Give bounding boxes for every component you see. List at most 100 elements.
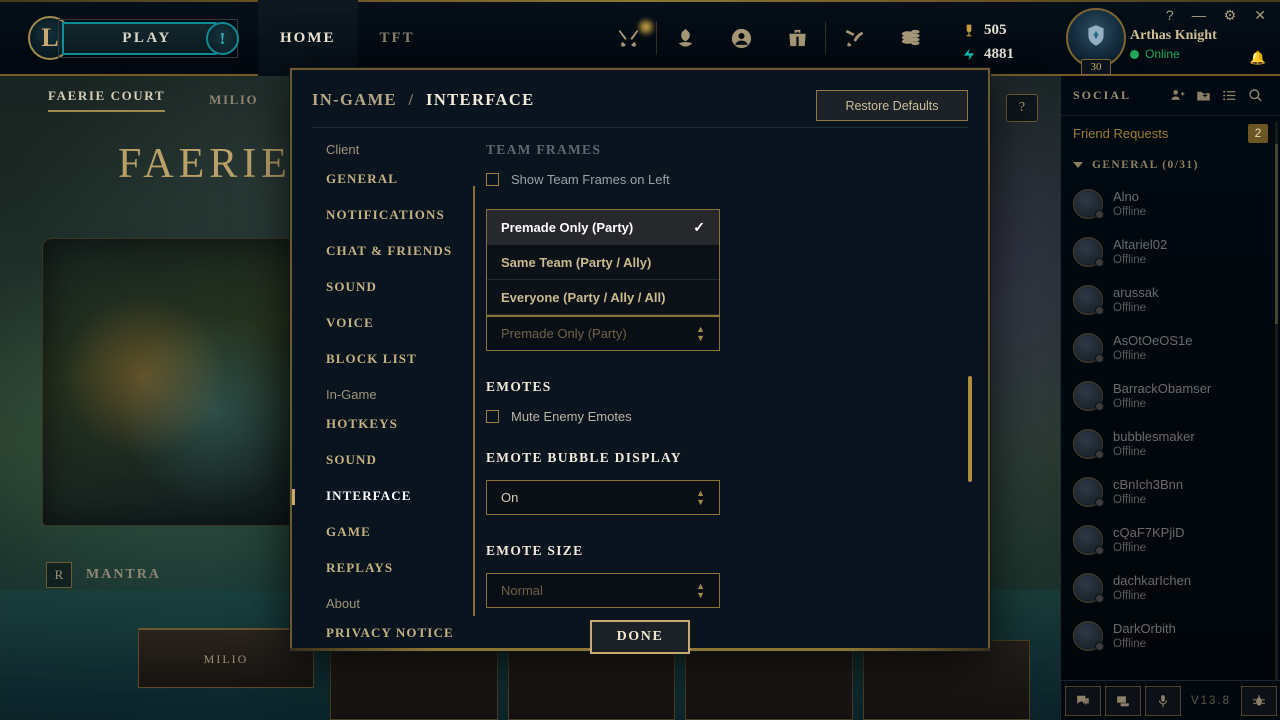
emote-bubble-select[interactable]: On ▲ ▼ <box>486 480 720 515</box>
create-group-icon[interactable] <box>1190 88 1216 103</box>
avatar <box>1073 429 1104 459</box>
ability-hint: R MANTRA <box>46 562 161 588</box>
ability-name: MANTRA <box>86 567 161 582</box>
status-dot-icon <box>1095 258 1104 267</box>
friend-list-item[interactable]: Alno Offline <box>1061 180 1280 228</box>
avatar <box>1073 381 1104 411</box>
window-controls: ? — ⚙ ✕ <box>1166 8 1266 22</box>
settings-nav-item-replays[interactable]: REPLAYS <box>326 560 472 576</box>
social-header: SOCIAL <box>1061 76 1280 116</box>
social-title: SOCIAL <box>1073 88 1132 102</box>
nav-tab-tft[interactable]: TFT <box>358 0 437 76</box>
done-button[interactable]: DONE <box>590 620 690 654</box>
mute-enemy-emotes-row[interactable]: Mute Enemy Emotes <box>486 409 952 424</box>
search-icon[interactable] <box>1242 88 1268 103</box>
settings-nav-item-sound[interactable]: SOUND <box>326 279 472 295</box>
nav-tab-home[interactable]: HOME <box>258 0 358 76</box>
dropdown-option[interactable]: Everyone (Party / Ally / All) <box>487 280 719 315</box>
friend-status: Offline <box>1113 637 1147 650</box>
mute-enemy-emotes-checkbox[interactable] <box>486 410 499 423</box>
alert-exclamation-icon[interactable]: ! <box>206 22 239 55</box>
summoner-name[interactable]: Arthas Knight <box>1130 28 1217 44</box>
settings-nav-item-privacy-notice[interactable]: PRIVACY NOTICE <box>326 625 472 641</box>
settings-nav-item-voice[interactable]: VOICE <box>326 315 472 331</box>
microphone-icon[interactable] <box>1145 685 1181 716</box>
friend-requests-label: Friend Requests <box>1073 125 1169 141</box>
friend-list-item[interactable]: BarrackObamser Offline <box>1061 372 1280 420</box>
settings-nav-item-interface[interactable]: INTERFACE <box>326 488 472 504</box>
friend-list-item[interactable]: cQaF7KPjiD Offline <box>1061 516 1280 564</box>
summoner-crest-icon <box>1088 24 1104 46</box>
champion-name-card[interactable]: MILIO <box>138 628 314 688</box>
friend-status: Offline <box>1113 493 1147 506</box>
dropdown-option-label: Same Team (Party / Ally) <box>501 254 652 270</box>
dropdown-option[interactable]: Premade Only (Party) ✓ <box>487 210 719 245</box>
chat-bubble-icon[interactable] <box>1065 685 1101 716</box>
show-team-frames-row[interactable]: Show Team Frames on Left <box>486 172 952 187</box>
status-dot-icon <box>1095 306 1104 315</box>
sub-tab-milio[interactable]: MILIO <box>209 92 258 108</box>
friend-group-header[interactable]: GENERAL (0/31) <box>1061 150 1280 180</box>
friend-list-item[interactable]: AsOtOeOS1e Offline <box>1061 324 1280 372</box>
team-frames-dropdown-open[interactable]: Premade Only (Party) ✓ Same Team (Party / … <box>486 209 720 316</box>
settings-content-scrollbar[interactable] <box>968 376 972 482</box>
friend-name: cBnIch3Bnn <box>1113 476 1184 492</box>
friend-list-item[interactable]: bubblesmaker Offline <box>1061 420 1280 468</box>
show-team-frames-checkbox[interactable] <box>486 173 499 186</box>
friend-list-item[interactable]: arussak Offline <box>1061 276 1280 324</box>
emote-size-select[interactable]: Normal ▲ ▼ <box>486 573 720 608</box>
sub-tab-faerie-court[interactable]: FAERIE COURT <box>48 88 166 112</box>
help-question-icon[interactable]: ? <box>1166 8 1174 22</box>
restore-defaults-button[interactable]: Restore Defaults <box>816 90 968 121</box>
store-coins-icon[interactable] <box>882 0 938 76</box>
party-window-icon[interactable] <box>1105 685 1141 716</box>
settings-sidebar: Client GENERAL NOTIFICATIONS CHAT & FRIENDS… <box>292 128 472 649</box>
settings-nav-item-notifications[interactable]: NOTIFICATIONS <box>326 207 472 223</box>
dropdown-option[interactable]: Same Team (Party / Ally) <box>487 245 719 280</box>
team-frames-select[interactable]: Premade Only (Party) ▲ ▼ <box>486 316 720 351</box>
bug-report-icon[interactable] <box>1241 685 1277 716</box>
friend-name: DarkOrbith <box>1113 620 1176 636</box>
blue-essence-value: 4881 <box>984 45 1014 62</box>
friend-name: BarrackObamser <box>1113 380 1212 396</box>
friend-requests-row[interactable]: Friend Requests 2 <box>1061 116 1280 150</box>
riot-points-row[interactable]: 505 <box>962 20 1014 40</box>
notification-bell-icon[interactable]: 🔔 <box>1250 50 1266 66</box>
add-friend-icon[interactable] <box>1164 88 1190 103</box>
champions-swords-icon[interactable] <box>600 0 656 76</box>
profile-person-icon[interactable] <box>713 0 769 76</box>
loot-bag-icon[interactable] <box>769 0 825 76</box>
settings-nav-item-chat-friends[interactable]: CHAT & FRIENDS <box>326 243 472 259</box>
settings-nav-item-general[interactable]: GENERAL <box>326 171 472 187</box>
bottom-card[interactable] <box>862 640 1030 720</box>
bottom-card[interactable] <box>330 640 498 720</box>
minimize-icon[interactable]: — <box>1192 8 1206 22</box>
list-view-icon[interactable] <box>1216 88 1242 103</box>
emote-bubble-block: EMOTE BUBBLE DISPLAY On ▲ ▼ <box>486 450 952 515</box>
gear-icon[interactable]: ⚙ <box>1224 8 1237 22</box>
social-scrollbar[interactable] <box>1275 122 1278 682</box>
profile-avatar[interactable]: 30 <box>1066 8 1126 75</box>
friend-list-item[interactable]: Altariel02 Offline <box>1061 228 1280 276</box>
bottom-card[interactable] <box>685 640 853 720</box>
settings-nav-item-block-list[interactable]: BLOCK LIST <box>326 351 472 367</box>
online-status[interactable]: Online <box>1130 47 1217 61</box>
friend-list-item[interactable]: DarkOrbith Offline <box>1061 612 1280 660</box>
settings-nav-item-game[interactable]: GAME <box>326 524 472 540</box>
breadcrumb-separator: / <box>408 90 415 109</box>
tft-tactician-icon[interactable] <box>657 0 713 76</box>
status-dot-icon <box>1095 354 1104 363</box>
currency-display: 505 4881 <box>962 20 1014 68</box>
friend-list-item[interactable]: dachkarIchen Offline <box>1061 564 1280 612</box>
status-label: Online <box>1145 47 1180 61</box>
blue-essence-row[interactable]: 4881 <box>962 44 1014 64</box>
help-button[interactable]: ? <box>1006 94 1038 122</box>
settings-nav-item-hotkeys[interactable]: HOTKEYS <box>326 416 472 432</box>
breadcrumb-current: INTERFACE <box>426 90 535 109</box>
close-icon[interactable]: ✕ <box>1254 8 1266 22</box>
champion-preview-card[interactable] <box>42 238 324 526</box>
clash-banner-icon[interactable] <box>826 0 882 76</box>
friend-list-item[interactable]: cBnIch3Bnn Offline <box>1061 468 1280 516</box>
settings-nav-item-sound[interactable]: SOUND <box>326 452 472 468</box>
friend-status: Offline <box>1113 541 1147 554</box>
